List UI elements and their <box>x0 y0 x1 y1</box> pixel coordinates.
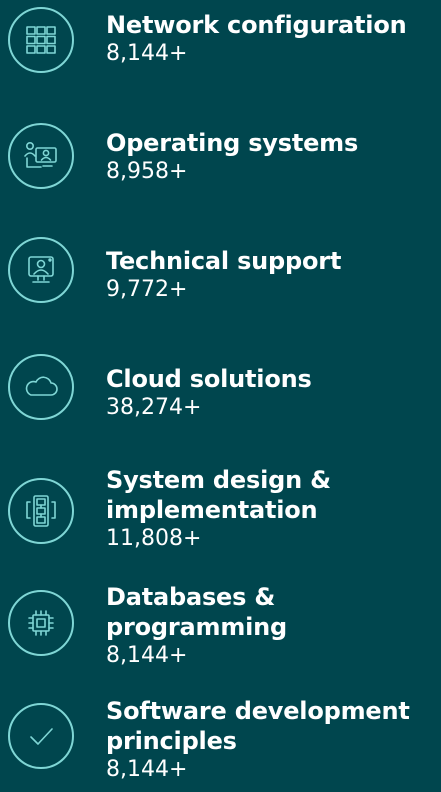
chip-icon <box>8 590 74 656</box>
category-title-line: Software development <box>106 697 410 725</box>
category-title: Databases & programming <box>106 582 441 642</box>
grid-icon <box>8 7 74 73</box>
category-title: Cloud solutions <box>106 364 441 394</box>
category-count: 8,144+ <box>106 643 188 668</box>
category-list: Network configuration 8,144+ Operating s… <box>0 0 441 792</box>
category-count: 8,144+ <box>106 757 188 782</box>
category-title-line: implementation <box>106 496 318 524</box>
category-count: 8,958+ <box>106 159 188 184</box>
category-title-line: Databases & <box>106 583 276 611</box>
category-title: Network configuration <box>106 10 441 40</box>
category-title-line: Technical support <box>106 247 342 275</box>
category-count: 8,144+ <box>106 41 188 66</box>
users-monitor-icon <box>8 123 74 189</box>
category-count: 9,772+ <box>106 277 188 302</box>
category-count: 11,808+ <box>106 526 202 551</box>
flowchart-icon <box>8 478 74 544</box>
category-title: Operating systems <box>106 128 441 158</box>
category-title-line: Cloud solutions <box>106 365 312 393</box>
category-title-line: Operating systems <box>106 129 359 157</box>
category-title: Technical support <box>106 246 441 276</box>
category-title-line: System design & <box>106 466 331 494</box>
category-title-line: principles <box>106 727 237 755</box>
checkmark-icon <box>8 703 74 769</box>
category-count: 38,274+ <box>106 395 202 420</box>
category-title-line: Network configuration <box>106 11 407 39</box>
support-monitor-icon <box>8 237 74 303</box>
category-title: System design & implementation <box>106 465 441 525</box>
category-title-line: programming <box>106 613 288 641</box>
category-title: Software development principles <box>106 696 441 756</box>
cloud-icon <box>8 354 74 420</box>
